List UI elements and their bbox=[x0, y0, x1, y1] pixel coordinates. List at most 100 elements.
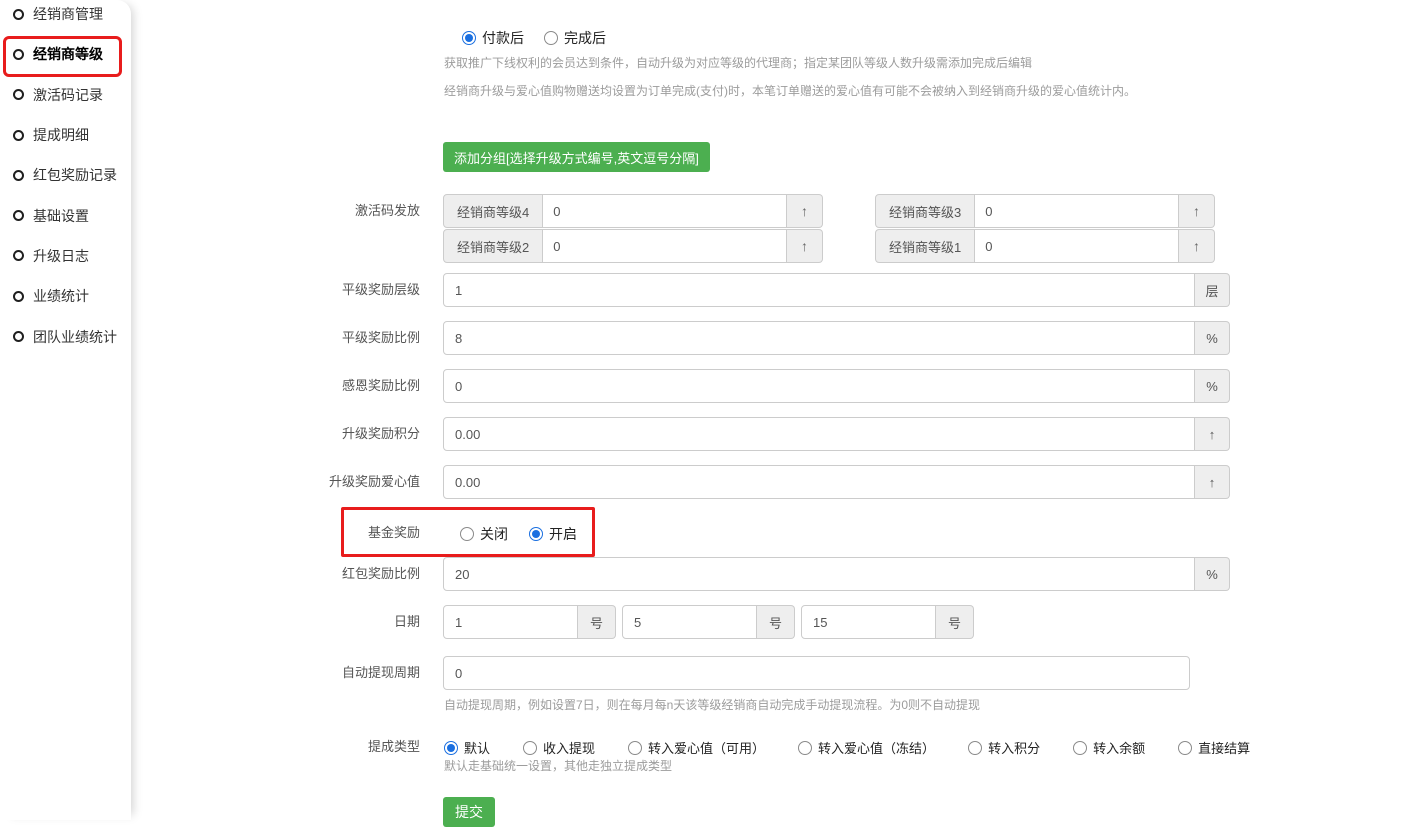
redpacket-ratio-input[interactable] bbox=[443, 557, 1195, 591]
stepper-up-icon[interactable]: ↑ bbox=[1195, 417, 1230, 451]
grateful-ratio-label: 感恩奖励比例 bbox=[150, 378, 420, 394]
radio-icon[interactable] bbox=[462, 31, 476, 45]
sidebar-item-label: 经销商等级 bbox=[33, 44, 103, 64]
radio-icon[interactable] bbox=[628, 741, 642, 755]
commission-type-label: 提成类型 bbox=[150, 739, 420, 755]
activation-group-2-input[interactable] bbox=[543, 229, 787, 263]
stepper-up-icon[interactable]: ↑ bbox=[1195, 465, 1230, 499]
radio-icon[interactable] bbox=[544, 31, 558, 45]
sidebar-item-label: 升级日志 bbox=[33, 246, 89, 266]
radio-icon[interactable] bbox=[529, 527, 543, 541]
redpacket-ratio-label: 红包奖励比例 bbox=[150, 566, 420, 582]
activation-group-3: 经销商等级3 ↑ bbox=[875, 194, 1215, 228]
activation-group-2-name: 经销商等级2 bbox=[443, 229, 543, 263]
commission-type-radios: 默认 收入提现 转入爱心值（可用） 转入爱心值（冻结） 转入积分 转入余额 直接… bbox=[444, 738, 1250, 757]
circle-icon bbox=[13, 331, 24, 342]
sidebar-item-performance-stats[interactable]: 业绩统计 bbox=[0, 276, 131, 316]
radio-after-payment[interactable]: 付款后 bbox=[462, 28, 524, 48]
stepper-up-icon[interactable]: ↑ bbox=[1179, 229, 1215, 263]
upgrade-points-input[interactable] bbox=[443, 417, 1195, 451]
radio-commission-income-withdraw[interactable]: 收入提现 bbox=[523, 738, 595, 757]
radio-icon[interactable] bbox=[460, 527, 474, 541]
sidebar-item-dealer-level[interactable]: 经销商等级 bbox=[0, 34, 131, 74]
radio-commission-default[interactable]: 默认 bbox=[444, 738, 490, 757]
circle-icon bbox=[13, 170, 24, 181]
date-input-3[interactable] bbox=[801, 605, 936, 639]
fund-reward-label: 基金奖励 bbox=[150, 525, 420, 541]
sidebar-menu: 经销商管理 经销商等级 激活码记录 提成明细 红包奖励记录 基础设置 升级日志 bbox=[0, 0, 131, 357]
radio-label: 付款后 bbox=[482, 28, 524, 48]
auto-withdraw-help: 自动提现周期，例如设置7日，则在每月每n天该等级经销商自动完成手动提现流程。为0… bbox=[444, 696, 980, 713]
date-input-1[interactable] bbox=[443, 605, 578, 639]
unit-addon: % bbox=[1195, 369, 1230, 403]
submit-button[interactable]: 提交 bbox=[443, 797, 495, 827]
activation-label: 激活码发放 bbox=[150, 203, 420, 219]
upgrade-love-input[interactable] bbox=[443, 465, 1195, 499]
radio-icon[interactable] bbox=[968, 741, 982, 755]
circle-icon bbox=[13, 49, 24, 60]
auto-withdraw-label: 自动提现周期 bbox=[150, 665, 420, 681]
commission-type-help: 默认走基础统一设置，其他走独立提成类型 bbox=[444, 757, 672, 774]
radio-commission-love-frozen[interactable]: 转入爱心值（冻结） bbox=[798, 738, 935, 757]
radio-label: 转入余额 bbox=[1093, 738, 1145, 757]
radio-commission-points[interactable]: 转入积分 bbox=[968, 738, 1040, 757]
radio-label: 转入爱心值（冻结） bbox=[818, 738, 935, 757]
radio-commission-direct-settlement[interactable]: 直接结算 bbox=[1178, 738, 1250, 757]
circle-icon bbox=[13, 9, 24, 20]
circle-icon bbox=[13, 130, 24, 141]
date-group-2: 号 bbox=[622, 605, 795, 639]
activation-group-3-input[interactable] bbox=[975, 194, 1179, 228]
auto-withdraw-input[interactable] bbox=[443, 656, 1190, 690]
redpacket-ratio-row: % bbox=[443, 557, 1230, 591]
sidebar-item-team-performance-stats[interactable]: 团队业绩统计 bbox=[0, 316, 131, 356]
radio-commission-balance[interactable]: 转入余额 bbox=[1073, 738, 1145, 757]
activation-group-1: 经销商等级1 ↑ bbox=[875, 229, 1215, 263]
radio-fund-on[interactable]: 开启 bbox=[529, 524, 577, 544]
unit-addon: 号 bbox=[578, 605, 616, 639]
sidebar-item-label: 经销商管理 bbox=[33, 4, 103, 24]
date-label: 日期 bbox=[150, 614, 420, 630]
date-input-2[interactable] bbox=[622, 605, 757, 639]
grateful-ratio-input[interactable] bbox=[443, 369, 1195, 403]
sidebar-item-activation-code-records[interactable]: 激活码记录 bbox=[0, 75, 131, 115]
circle-icon bbox=[13, 291, 24, 302]
radio-icon[interactable] bbox=[1073, 741, 1087, 755]
sidebar-item-label: 红包奖励记录 bbox=[33, 165, 117, 185]
activation-group-4-input[interactable] bbox=[543, 194, 787, 228]
peer-level-input[interactable] bbox=[443, 273, 1195, 307]
stepper-up-icon[interactable]: ↑ bbox=[787, 194, 823, 228]
radio-fund-off[interactable]: 关闭 bbox=[460, 524, 508, 544]
radio-label: 开启 bbox=[549, 524, 577, 544]
activation-group-1-input[interactable] bbox=[975, 229, 1179, 263]
radio-commission-love-available[interactable]: 转入爱心值（可用） bbox=[628, 738, 765, 757]
upgrade-love-row: ↑ bbox=[443, 465, 1230, 499]
activation-group-1-name: 经销商等级1 bbox=[875, 229, 975, 263]
radio-label: 转入爱心值（可用） bbox=[648, 738, 765, 757]
sidebar-item-redpacket-records[interactable]: 红包奖励记录 bbox=[0, 155, 131, 195]
radio-label: 默认 bbox=[464, 738, 490, 757]
circle-icon bbox=[13, 89, 24, 100]
fund-reward-radios: 关闭 开启 bbox=[460, 524, 577, 544]
radio-icon[interactable] bbox=[798, 741, 812, 755]
activation-group-4-name: 经销商等级4 bbox=[443, 194, 543, 228]
stepper-up-icon[interactable]: ↑ bbox=[1179, 194, 1215, 228]
circle-icon bbox=[13, 250, 24, 261]
sidebar-item-label: 团队业绩统计 bbox=[33, 327, 117, 347]
radio-icon[interactable] bbox=[444, 741, 458, 755]
radio-icon[interactable] bbox=[1178, 741, 1192, 755]
upgrade-love-label: 升级奖励爱心值 bbox=[150, 474, 420, 490]
activation-group-3-name: 经销商等级3 bbox=[875, 194, 975, 228]
sidebar-item-dealer-management[interactable]: 经销商管理 bbox=[0, 0, 131, 34]
sidebar-item-commission-details[interactable]: 提成明细 bbox=[0, 115, 131, 155]
stepper-up-icon[interactable]: ↑ bbox=[787, 229, 823, 263]
sidebar-item-label: 基础设置 bbox=[33, 206, 89, 226]
circle-icon bbox=[13, 210, 24, 221]
radio-icon[interactable] bbox=[523, 741, 537, 755]
peer-ratio-input[interactable] bbox=[443, 321, 1195, 355]
radio-label: 收入提现 bbox=[543, 738, 595, 757]
upgrade-help-2: 经销商升级与爱心值购物赠送均设置为订单完成(支付)时，本笔订单赠送的爱心值有可能… bbox=[444, 82, 1136, 99]
radio-after-completion[interactable]: 完成后 bbox=[544, 28, 606, 48]
add-group-button[interactable]: 添加分组[选择升级方式编号,英文逗号分隔] bbox=[443, 142, 710, 172]
sidebar-item-upgrade-log[interactable]: 升级日志 bbox=[0, 236, 131, 276]
sidebar-item-basic-settings[interactable]: 基础设置 bbox=[0, 195, 131, 235]
